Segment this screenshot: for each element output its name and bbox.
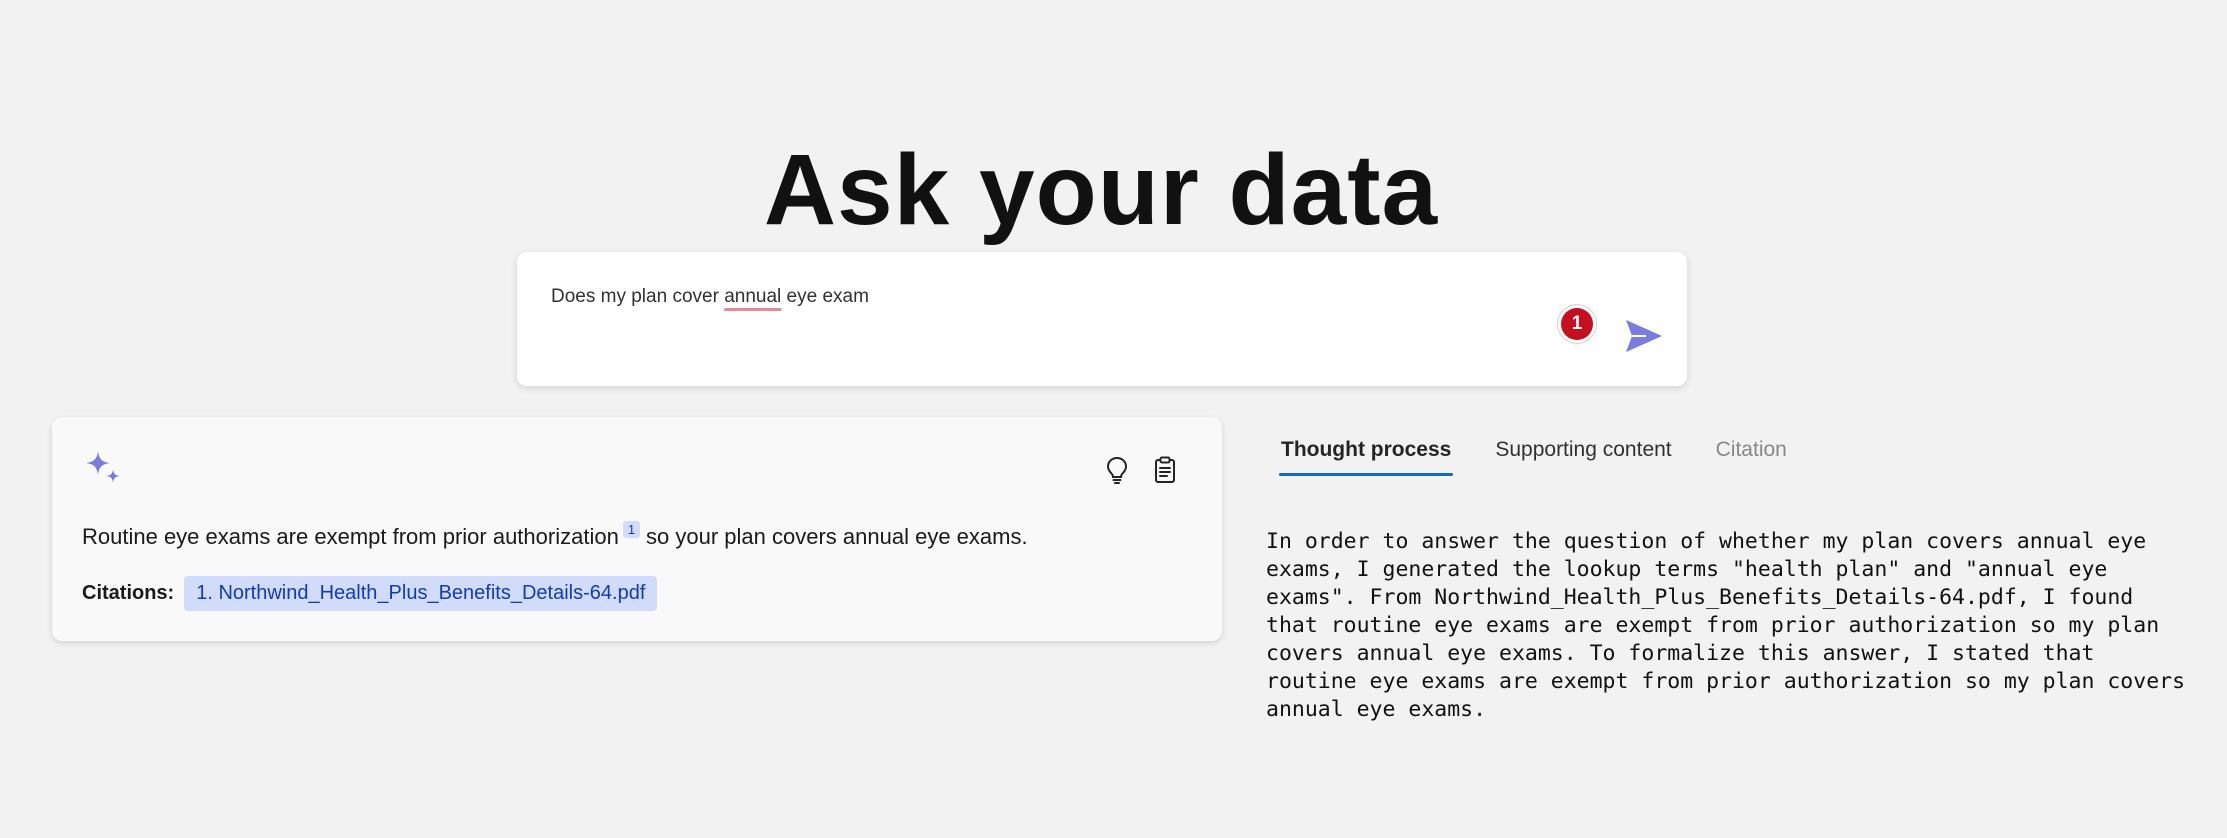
question-text-after: eye exam	[781, 286, 869, 307]
answer-card: Routine eye exams are exempt from prior …	[52, 417, 1222, 641]
tab-citation[interactable]: Citation	[1700, 428, 1803, 478]
citation-link[interactable]: 1. Northwind_Health_Plus_Benefits_Detail…	[184, 576, 658, 611]
tab-thought-process[interactable]: Thought process	[1265, 428, 1467, 478]
spellcheck-word[interactable]: annual	[724, 286, 781, 307]
answer-text-after: so your plan covers annual eye exams.	[646, 524, 1028, 549]
tab-supporting-content[interactable]: Supporting content	[1479, 428, 1687, 478]
thought-process-text: In order to answer the question of wheth…	[1266, 529, 2198, 722]
notification-badge[interactable]: 1	[1561, 308, 1593, 340]
answer-text-before: Routine eye exams are exempt from prior …	[82, 524, 619, 549]
sparkle-icon	[86, 451, 120, 483]
analysis-tabs: Thought process Supporting content Citat…	[1265, 428, 1815, 478]
page-title: Ask your data	[763, 134, 1439, 246]
question-text-before: Does my plan cover	[551, 286, 725, 307]
page: Ask your data Does my plan cover annual …	[0, 0, 2227, 838]
question-input-box[interactable]: Does my plan cover annual eye exam 1	[517, 252, 1687, 386]
citation-superscript[interactable]: 1	[622, 521, 641, 538]
answer-text: Routine eye exams are exempt from prior …	[82, 521, 1028, 550]
citations-label: Citations:	[82, 582, 175, 604]
clipboard-icon[interactable]	[1150, 455, 1180, 485]
send-icon[interactable]	[1622, 316, 1666, 356]
question-input[interactable]: Does my plan cover annual eye exam	[551, 286, 869, 308]
lightbulb-icon[interactable]	[1102, 455, 1132, 485]
citations-row: Citations: 1. Northwind_Health_Plus_Bene…	[82, 576, 658, 611]
